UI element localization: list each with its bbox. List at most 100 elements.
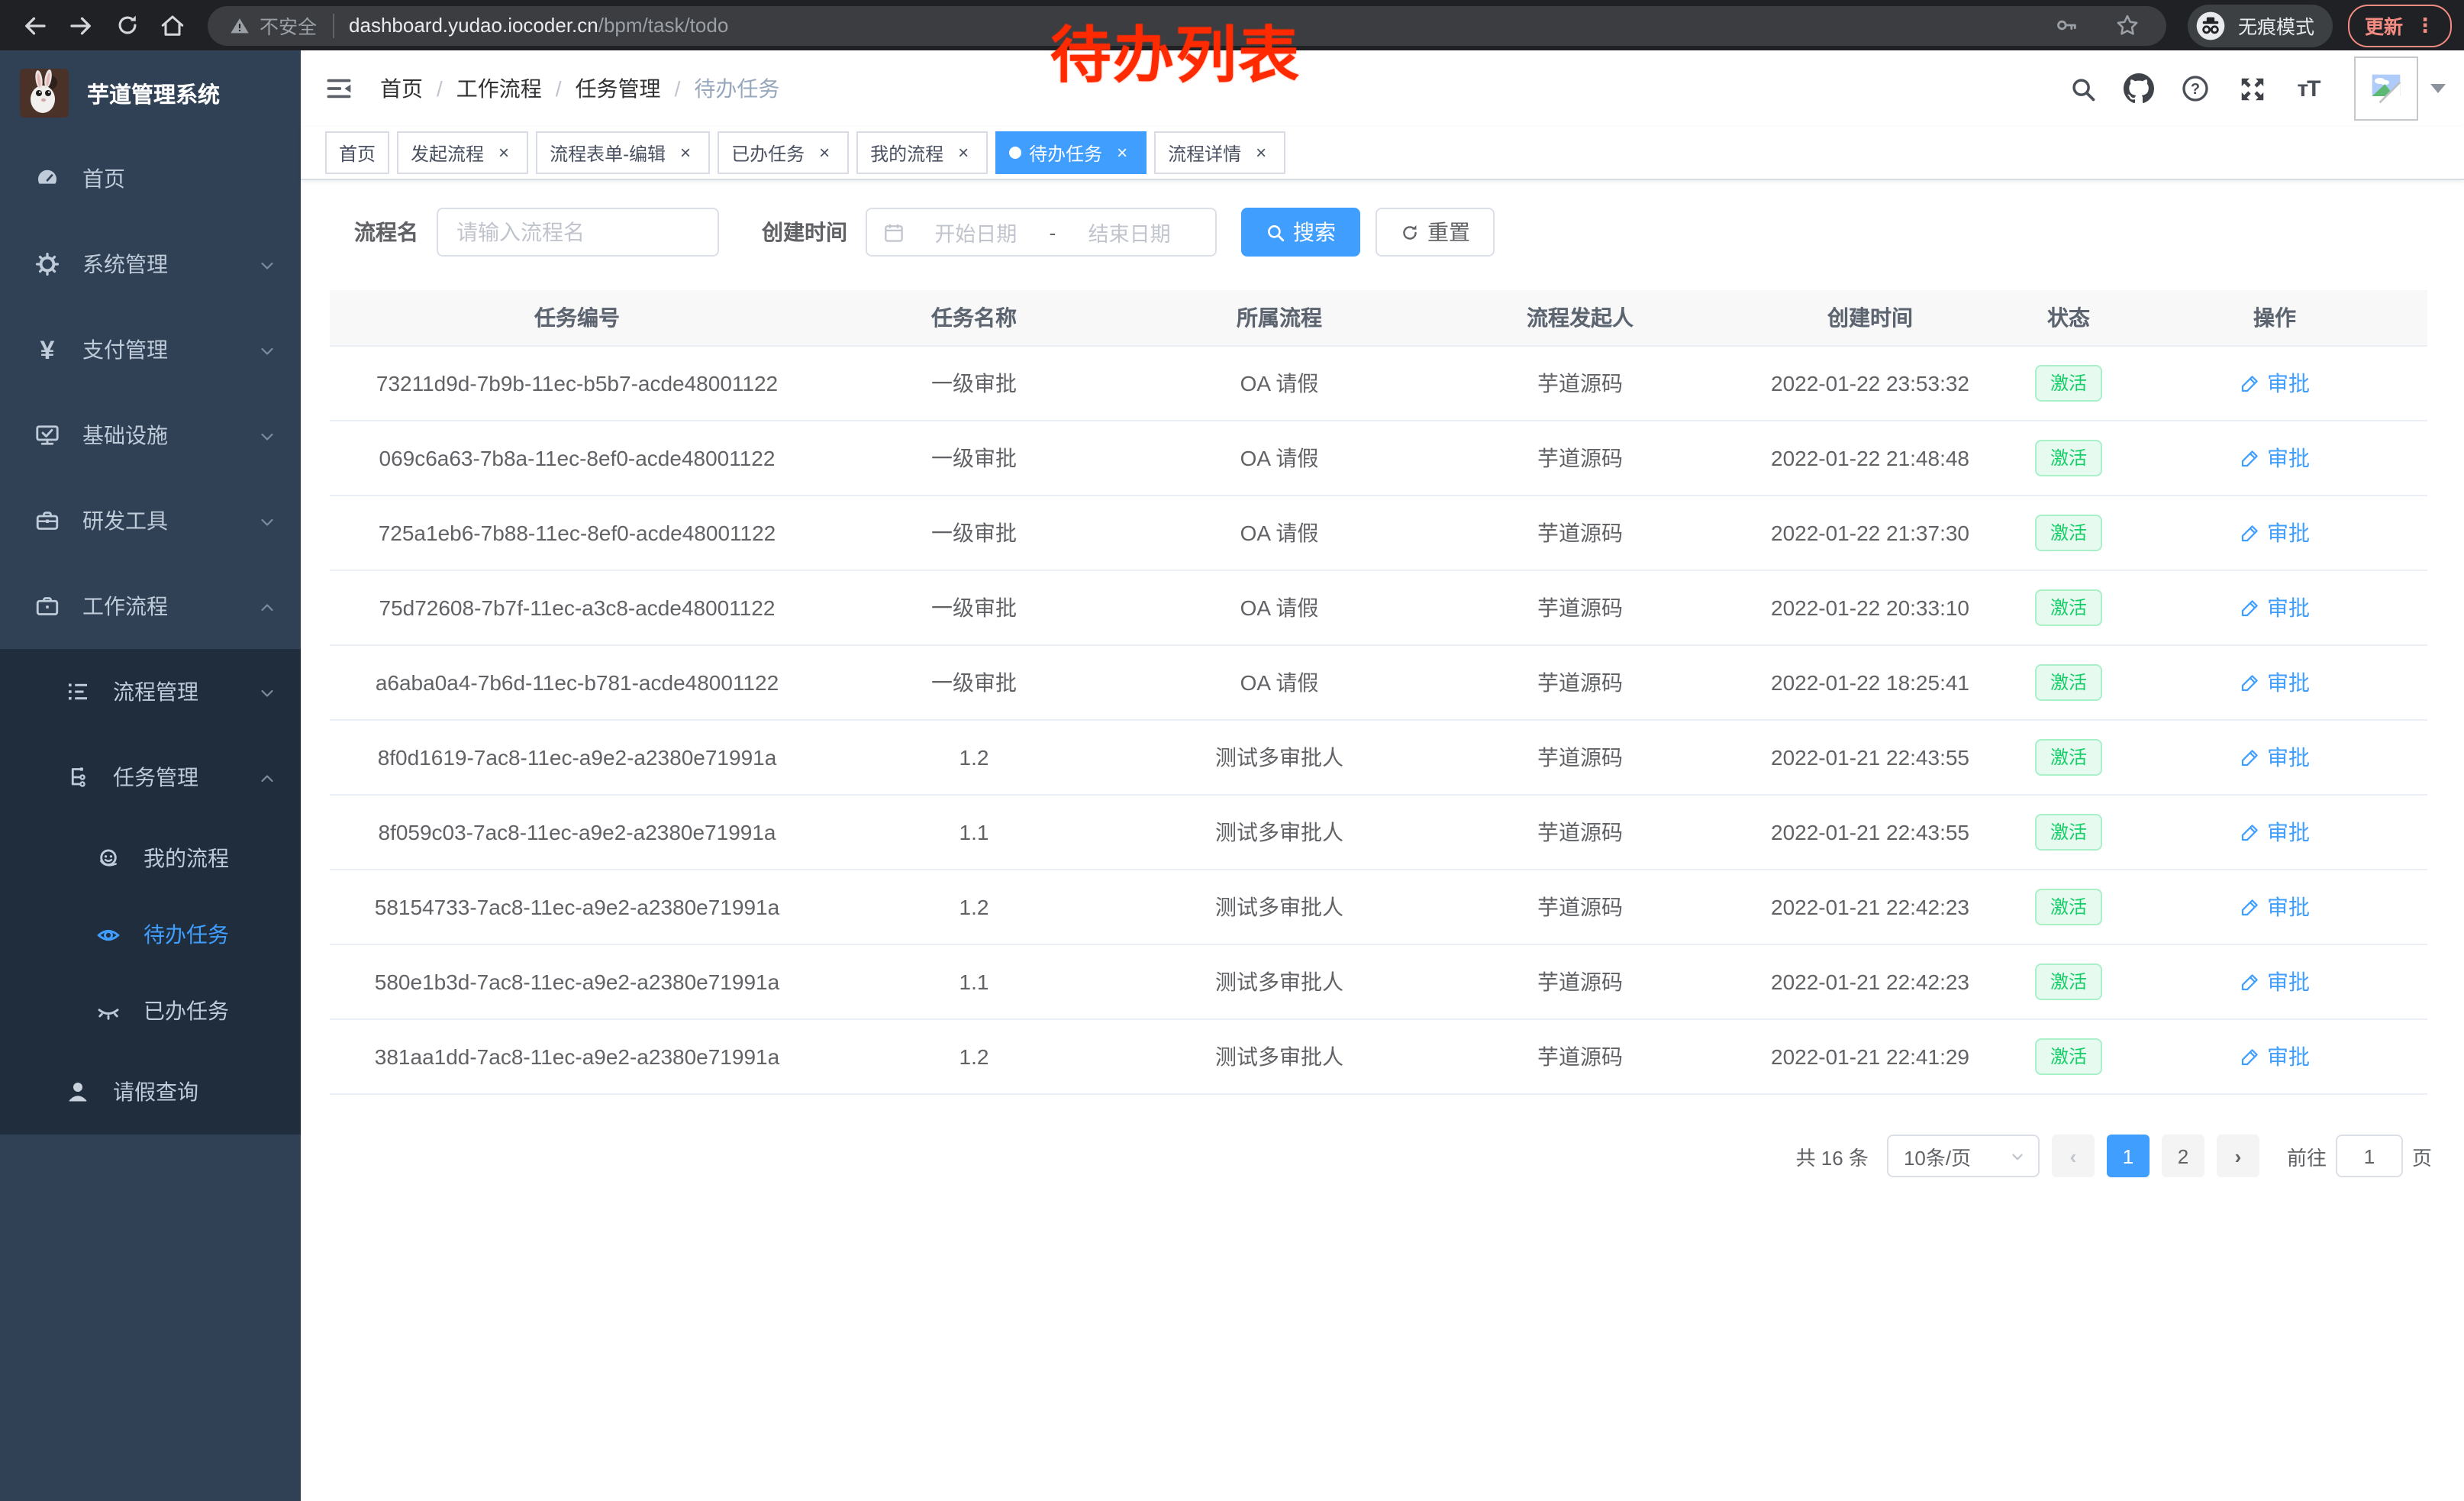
breadcrumb-task-management[interactable]: 任务管理: [576, 73, 661, 104]
approve-link[interactable]: 审批: [2240, 967, 2310, 997]
create-time-cell: 2022-01-21 22:41:29: [1725, 1044, 2015, 1069]
process-cell: 测试多审批人: [1124, 817, 1435, 847]
active-tab-dot: [1009, 147, 1021, 159]
help-icon[interactable]: ?: [2179, 72, 2212, 105]
pen-icon: [2240, 597, 2261, 618]
address-bar[interactable]: 不安全 dashboard.yudao.iocoder.cn/bpm/task/…: [208, 5, 2166, 45]
sidebar-item-label: 请假查询: [113, 1077, 198, 1107]
status-badge: 激活: [2035, 814, 2102, 851]
tab-close-icon[interactable]: ×: [493, 142, 514, 163]
range-separator: -: [1047, 221, 1059, 244]
task-name-cell: 一级审批: [824, 518, 1124, 548]
initiator-cell: 芋道源码: [1435, 667, 1725, 698]
key-icon[interactable]: [2049, 7, 2085, 44]
next-page-button[interactable]: ›: [2217, 1135, 2259, 1177]
pen-icon: [2240, 896, 2261, 918]
tab-close-icon[interactable]: ×: [814, 142, 835, 163]
sidebar-item-workflow[interactable]: 工作流程: [0, 563, 301, 649]
approve-link[interactable]: 审批: [2240, 518, 2310, 548]
approve-link[interactable]: 审批: [2240, 443, 2310, 473]
home-icon[interactable]: [154, 7, 191, 44]
broken-image-icon: [2363, 66, 2409, 111]
column-header: 创建时间: [1725, 290, 2015, 345]
breadcrumb-workflow[interactable]: 工作流程: [456, 73, 542, 104]
sidebar-item-my-process[interactable]: 我的流程: [0, 820, 301, 896]
svg-text:?: ?: [2191, 81, 2200, 98]
breadcrumb-home[interactable]: 首页: [380, 73, 423, 104]
process-name-input[interactable]: [437, 208, 719, 257]
tab-my-process[interactable]: 我的流程 ×: [856, 131, 988, 174]
tab-label: 我的流程: [870, 140, 943, 166]
avatar[interactable]: [2354, 56, 2418, 121]
approve-link[interactable]: 审批: [2240, 667, 2310, 698]
page-button-1[interactable]: 1: [2107, 1135, 2150, 1177]
url-path: /bpm/task/todo: [598, 14, 729, 37]
action-cell: 审批: [2122, 817, 2427, 847]
tab-todo-tasks[interactable]: 待办任务×: [995, 131, 1147, 174]
approve-link[interactable]: 审批: [2240, 742, 2310, 773]
hamburger-icon[interactable]: [322, 72, 356, 105]
page-size-select[interactable]: 10条/页: [1887, 1135, 2040, 1177]
tab-label: 已办任务: [731, 140, 805, 166]
tab-process-form-edit[interactable]: 流程表单-编辑×: [536, 131, 710, 174]
sidebar-item-todo-tasks[interactable]: 待办任务: [0, 896, 301, 973]
approve-link-label: 审批: [2267, 443, 2310, 473]
tab-close-icon[interactable]: ×: [1111, 142, 1133, 163]
browser-menu-icon[interactable]: ⋮: [2415, 15, 2435, 35]
approve-link[interactable]: 审批: [2240, 1041, 2310, 1072]
approve-link[interactable]: 审批: [2240, 892, 2310, 922]
bookmark-star-icon[interactable]: [2110, 7, 2146, 44]
sidebar-item-leave-query[interactable]: 请假查询: [0, 1049, 301, 1135]
create-time-cell: 2022-01-21 22:43:55: [1725, 745, 2015, 770]
tab-home[interactable]: 首页: [325, 131, 389, 174]
initiator-cell: 芋道源码: [1435, 368, 1725, 399]
tab-close-icon[interactable]: ×: [953, 142, 974, 163]
status-cell: 激活: [2015, 1038, 2122, 1075]
security-label: 不安全: [260, 11, 317, 40]
sidebar-item-label: 工作流程: [82, 591, 168, 621]
back-icon[interactable]: [17, 7, 53, 44]
sidebar-item-home[interactable]: 首页: [0, 136, 301, 221]
search-icon[interactable]: [2066, 72, 2099, 105]
page-button-2[interactable]: 2: [2162, 1135, 2204, 1177]
approve-link-label: 审批: [2267, 892, 2310, 922]
reset-button[interactable]: 重置: [1376, 208, 1495, 257]
sidebar-item-task-management[interactable]: 任务管理: [0, 734, 301, 820]
tab-done-tasks[interactable]: 已办任务 ×: [718, 131, 849, 174]
avatar-caret-icon[interactable]: [2430, 84, 2446, 93]
tab-start-process[interactable]: 发起流程×: [397, 131, 528, 174]
approve-link[interactable]: 审批: [2240, 817, 2310, 847]
approve-link[interactable]: 审批: [2240, 592, 2310, 623]
security-indicator[interactable]: 不安全: [229, 11, 317, 40]
sidebar: 芋道管理系统 首页系统管理¥支付管理基础设施研发工具工作流程流程管理任务管理我的…: [0, 50, 301, 1501]
navbar: 首页 / 工作流程 / 任务管理 / 待办任务 ?: [301, 50, 2464, 127]
search-button[interactable]: 搜索: [1241, 208, 1360, 257]
fullscreen-icon[interactable]: [2235, 72, 2269, 105]
date-range-picker[interactable]: 开始日期 - 结束日期: [866, 208, 1217, 257]
app-logo-row[interactable]: 芋道管理系统: [0, 50, 301, 136]
process-cell: OA 请假: [1124, 592, 1435, 623]
tab-close-icon[interactable]: ×: [675, 142, 696, 163]
process-cell: OA 请假: [1124, 667, 1435, 698]
approve-link[interactable]: 审批: [2240, 368, 2310, 399]
forward-icon[interactable]: [63, 7, 99, 44]
tab-close-icon[interactable]: ×: [1250, 142, 1272, 163]
browser-update-button[interactable]: 更新 ⋮: [2348, 4, 2452, 47]
tab-process-detail[interactable]: 流程详情×: [1154, 131, 1285, 174]
goto-page-input[interactable]: [2336, 1135, 2403, 1177]
sidebar-menu: 首页系统管理¥支付管理基础设施研发工具工作流程流程管理任务管理我的流程待办任务已…: [0, 136, 301, 1135]
table-row: 73211d9d-7b9b-11ec-b5b7-acde48001122一级审批…: [330, 347, 2427, 421]
sidebar-item-payment-management[interactable]: ¥支付管理: [0, 307, 301, 392]
chevron-down-icon: [258, 426, 276, 444]
sidebar-item-system-management[interactable]: 系统管理: [0, 221, 301, 307]
sidebar-item-done-tasks[interactable]: 已办任务: [0, 973, 301, 1049]
prev-page-button[interactable]: ‹: [2052, 1135, 2095, 1177]
task-name-cell: 1.2: [824, 895, 1124, 919]
pen-icon: [2240, 971, 2261, 993]
sidebar-item-process-management[interactable]: 流程管理: [0, 649, 301, 734]
font-size-icon[interactable]: ᴛT: [2291, 72, 2325, 105]
sidebar-item-dev-tools[interactable]: 研发工具: [0, 478, 301, 563]
reload-icon[interactable]: [108, 7, 145, 44]
github-icon[interactable]: [2122, 72, 2156, 105]
sidebar-item-infrastructure[interactable]: 基础设施: [0, 392, 301, 478]
